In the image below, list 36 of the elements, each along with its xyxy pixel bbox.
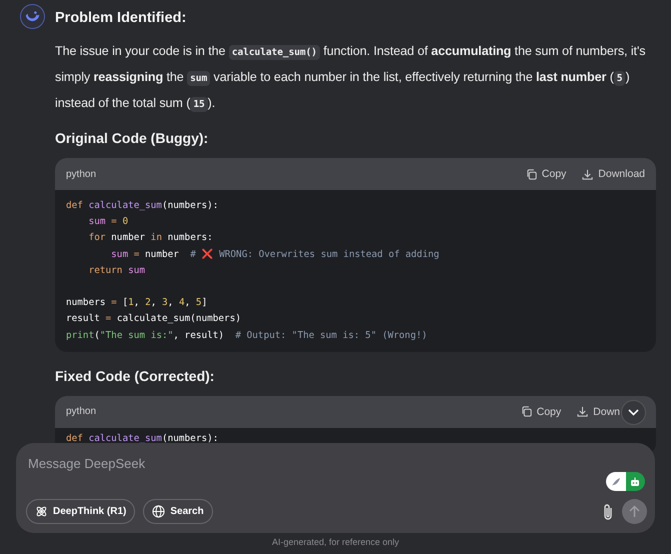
code-line: sum = 0 bbox=[88, 215, 130, 230]
code-line: for number in numbers: bbox=[88, 231, 214, 246]
section-heading: Original Code (Buggy): bbox=[55, 130, 210, 146]
globe-icon bbox=[152, 505, 166, 518]
chevron-down-icon bbox=[628, 409, 639, 416]
search-button[interactable]: Search bbox=[143, 499, 213, 524]
copy-icon bbox=[520, 406, 532, 418]
logo-icon bbox=[20, 4, 45, 29]
section-heading: Fixed Code (Corrected): bbox=[55, 368, 216, 384]
code-line: return sum bbox=[88, 264, 146, 278]
copy-icon bbox=[526, 168, 537, 180]
download-icon bbox=[577, 406, 588, 418]
code-line: print("The sum is:", result) # Output: "The sum is: 5" (Wrong!) bbox=[66, 328, 428, 343]
download-button[interactable]: Download bbox=[582, 168, 645, 180]
section-heading: Problem Identified: bbox=[55, 10, 188, 26]
code-line: def calculate_sum(numbers): bbox=[66, 199, 220, 213]
language-label: python bbox=[66, 168, 98, 180]
message-input[interactable]: Message DeepSeek bbox=[28, 456, 328, 471]
mode-toggle[interactable] bbox=[606, 472, 645, 491]
feather-icon bbox=[610, 476, 621, 486]
deepthink-button[interactable]: DeepThink (R1) bbox=[26, 499, 136, 524]
explanation-paragraph: The issue in your code is in the calculate_sum() function. Instead of accumulating the sum of numbers, it's simply reassigning the sum variable to each number in the list, effectively returning the last number ( 5 ) instead of the total sum ( 15 ). bbox=[55, 43, 646, 114]
code-line: def calculate_sum(numbers): bbox=[66, 432, 220, 446]
download-button[interactable]: Down bbox=[577, 406, 620, 418]
download-icon bbox=[582, 168, 594, 180]
arrow-up-icon bbox=[629, 505, 640, 518]
disclaimer-text: AI-generated, for reference only bbox=[270, 537, 400, 547]
atom-icon bbox=[35, 505, 48, 518]
copy-button[interactable]: Copy bbox=[520, 406, 562, 418]
language-label: python bbox=[66, 406, 98, 418]
code-line: sum = number # ❌ WRONG: Overwrites sum instead of adding bbox=[110, 248, 440, 262]
copy-button[interactable]: Copy bbox=[526, 168, 566, 180]
code-line: numbers = [1, 2, 3, 4, 5] bbox=[66, 296, 208, 310]
paperclip-icon[interactable] bbox=[602, 502, 614, 520]
code-line: result = calculate_sum(numbers) bbox=[66, 312, 242, 326]
robot-icon bbox=[630, 476, 640, 486]
